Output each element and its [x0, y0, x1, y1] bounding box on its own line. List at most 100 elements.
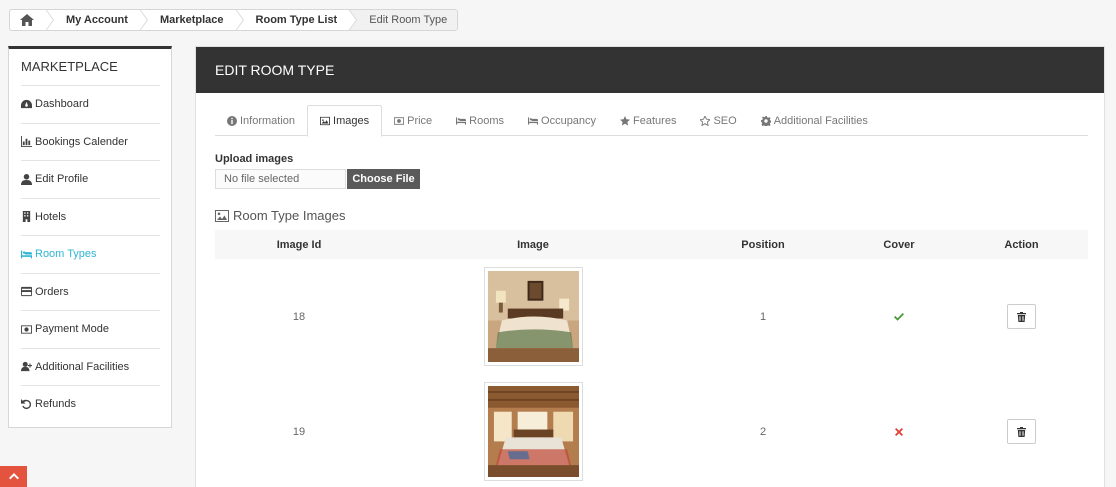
chevron-up-icon — [8, 473, 19, 480]
star-outline-icon — [700, 115, 711, 126]
choose-file-button[interactable]: Choose File — [347, 169, 420, 189]
info-icon — [227, 115, 237, 126]
sidebar-item-additional-facilities[interactable]: Additional Facilities — [21, 347, 160, 386]
sidebar-item-payment-mode[interactable]: Payment Mode — [21, 310, 160, 348]
room-image-thumbnail[interactable] — [483, 267, 583, 366]
money-icon — [21, 325, 32, 334]
sidebar-item-label: Edit Profile — [35, 173, 89, 186]
user-icon — [21, 173, 32, 185]
table-row: 19 2 — [215, 374, 1088, 487]
table-header: Image Id Image Position Cover Action — [215, 230, 1088, 259]
tab-label: Images — [333, 115, 370, 127]
room-type-images-table: Image Id Image Position Cover Action 18 — [215, 230, 1088, 487]
tab-additional-facilities[interactable]: Additional Facilities — [749, 105, 880, 136]
star-icon — [620, 115, 631, 125]
tab-seo[interactable]: SEO — [688, 105, 748, 136]
tab-label: SEO — [713, 114, 737, 127]
file-name-field[interactable]: No file selected — [215, 169, 346, 189]
sidebar-title: MARKETPLACE — [21, 59, 118, 74]
column-header-action: Action — [1004, 238, 1039, 251]
sidebar-item-label: Room Types — [35, 248, 97, 261]
check-icon — [894, 312, 904, 321]
column-header-position: Position — [741, 238, 785, 251]
sidebar-item-label: Bookings Calender — [35, 135, 128, 148]
home-icon — [20, 14, 34, 26]
tab-label: Features — [633, 114, 677, 127]
money-icon — [394, 116, 405, 125]
image-icon — [215, 209, 229, 222]
bedroom-photo — [487, 386, 579, 477]
trash-icon — [1017, 311, 1026, 322]
tab-images[interactable]: Images — [307, 105, 383, 137]
sidebar-item-label: Payment Mode — [35, 323, 109, 336]
bedroom-photo — [487, 271, 579, 362]
action-cell — [955, 419, 1088, 444]
tab-rooms[interactable]: Rooms — [444, 105, 516, 136]
image-icon — [320, 116, 331, 126]
sidebar-item-label: Hotels — [35, 210, 67, 223]
tab-price[interactable]: Price — [382, 105, 444, 136]
dashboard-icon — [21, 99, 32, 108]
tab-features[interactable]: Features — [608, 105, 688, 136]
sidebar-item-bookings-calender[interactable]: Bookings Calender — [21, 122, 160, 161]
room-type-images-heading: Room Type Images — [215, 208, 345, 223]
upload-images-label: Upload images — [215, 153, 294, 165]
sidebar-item-refunds[interactable]: Refunds — [21, 385, 160, 423]
breadcrumb-room-type-list[interactable]: Room Type List — [236, 10, 357, 30]
bed-icon — [21, 250, 32, 259]
sidebar-item-dashboard[interactable]: Dashboard — [21, 85, 160, 123]
edit-room-type-panel: EDIT ROOM TYPE Information Images Price … — [195, 46, 1105, 487]
image-cell — [383, 267, 683, 366]
bed-icon — [528, 116, 539, 125]
breadcrumb-marketplace[interactable]: Marketplace — [140, 10, 244, 30]
sidebar-item-label: Orders — [35, 285, 69, 298]
scroll-to-top-button[interactable] — [0, 466, 27, 487]
tab-bar: Information Images Price Rooms Occupancy… — [215, 105, 1088, 137]
sidebar-item-label: Additional Facilities — [35, 360, 130, 373]
bar-chart-icon — [21, 136, 32, 148]
credit-card-icon — [21, 287, 32, 297]
tab-label: Additional Facilities — [773, 114, 868, 127]
sidebar-item-hotels[interactable]: Hotels — [21, 197, 160, 236]
cross-icon — [895, 427, 903, 436]
image-cell — [383, 382, 683, 481]
column-header-cover: Cover — [883, 238, 915, 251]
gear-icon — [760, 115, 771, 126]
position-cell: 2 — [759, 425, 767, 438]
bed-icon — [456, 116, 467, 125]
tab-label: Price — [407, 114, 433, 127]
breadcrumb-current: Edit Room Type — [349, 10, 458, 30]
column-header-image-id: Image Id — [276, 238, 322, 251]
sidebar-item-room-types[interactable]: Room Types — [21, 235, 160, 273]
cover-cell — [843, 427, 955, 436]
room-image-thumbnail[interactable] — [483, 382, 583, 481]
undo-icon — [21, 398, 32, 409]
breadcrumb-home[interactable] — [10, 10, 54, 30]
action-cell — [955, 304, 1088, 329]
tab-occupancy[interactable]: Occupancy — [516, 105, 608, 136]
position-cell: 1 — [759, 310, 767, 323]
section-title-text: Room Type Images — [233, 208, 346, 223]
breadcrumb: My Account Marketplace Room Type List Ed… — [9, 9, 459, 31]
column-header-image: Image — [517, 238, 549, 251]
sidebar-list: Dashboard Bookings Calender Edit Profile… — [21, 85, 160, 423]
breadcrumb-my-account[interactable]: My Account — [46, 10, 148, 30]
tab-label: Occupancy — [541, 114, 597, 127]
image-id-cell: 19 — [292, 425, 306, 438]
user-plus-icon — [21, 362, 32, 372]
table-row: 18 1 — [215, 259, 1088, 374]
tab-label: Information — [240, 114, 296, 127]
delete-image-button[interactable] — [1007, 304, 1036, 329]
tab-label: Rooms — [469, 114, 505, 127]
sidebar-item-label: Dashboard — [35, 98, 89, 111]
tab-information[interactable]: Information — [215, 105, 307, 136]
delete-image-button[interactable] — [1007, 419, 1036, 444]
sidebar-item-edit-profile[interactable]: Edit Profile — [21, 160, 160, 198]
building-icon — [22, 211, 31, 223]
cover-cell — [843, 312, 955, 321]
panel-title: EDIT ROOM TYPE — [196, 47, 1104, 93]
sidebar-item-orders[interactable]: Orders — [21, 272, 160, 311]
trash-icon — [1017, 426, 1026, 437]
sidebar-item-label: Refunds — [35, 398, 76, 411]
image-id-cell: 18 — [292, 310, 306, 323]
